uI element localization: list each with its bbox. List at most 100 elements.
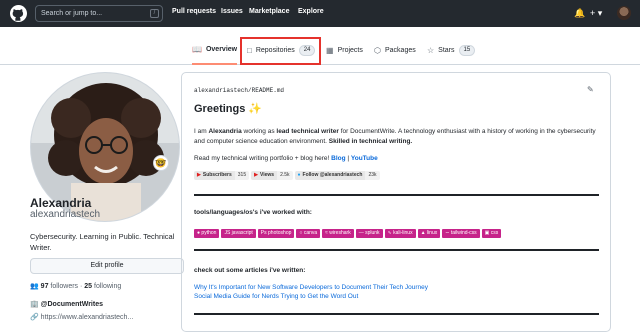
- divider: [194, 249, 599, 251]
- status-emoji-icon[interactable]: 🤓: [153, 155, 169, 171]
- nav-issues[interactable]: Issues: [221, 8, 243, 15]
- intro-skill: Skilled in technical writing.: [328, 138, 413, 145]
- website-url[interactable]: https://www.alexandriastech...: [41, 314, 134, 321]
- readme-path: alexandriastech/README.md: [194, 87, 284, 94]
- article-link[interactable]: Social Media Guide for Nerds Trying to G…: [194, 293, 358, 300]
- package-icon: ⬡: [374, 45, 381, 55]
- tag-photoshop: Ps photoshop: [257, 229, 295, 238]
- readme-card: alexandriastech/README.md ✎ Greetings ✨ …: [181, 72, 611, 332]
- followers-label[interactable]: followers: [50, 283, 78, 290]
- nav-marketplace[interactable]: Marketplace: [249, 8, 289, 15]
- search-placeholder: Search or jump to...: [41, 10, 103, 17]
- link-icon: 🔗: [30, 314, 39, 321]
- edit-profile-button[interactable]: Edit profile: [30, 258, 184, 274]
- follow-stats: 👥 97 followers · 25 following: [30, 283, 122, 290]
- youtube-link[interactable]: YouTube: [351, 155, 378, 162]
- profile-bio: Cybersecurity. Learning in Public. Techn…: [30, 232, 175, 252]
- search-input[interactable]: Search or jump to... /: [35, 5, 163, 22]
- badge-label: Subscribers: [202, 172, 232, 178]
- tab-stars[interactable]: ☆ Stars 15: [427, 35, 476, 65]
- tag-javascript: JS javascript: [221, 229, 256, 238]
- star-icon: ☆: [427, 45, 435, 55]
- pencil-icon[interactable]: ✎: [587, 85, 594, 94]
- website-link[interactable]: 🔗 https://www.alexandriastech...: [30, 313, 133, 321]
- tag-label: wireshark: [329, 230, 351, 236]
- user-menu-avatar[interactable]: [617, 6, 631, 20]
- tab-label: Stars: [438, 46, 455, 54]
- divider: [194, 313, 599, 315]
- tab-overview[interactable]: 📖 Overview: [192, 35, 238, 65]
- profile-login: alexandriastech: [30, 209, 101, 220]
- badge-label: Views: [259, 172, 275, 178]
- tag-splunk: — splunk: [355, 229, 383, 238]
- tag-label: kali-linux: [393, 230, 413, 236]
- article-link[interactable]: Why It's Important for New Software Deve…: [194, 284, 428, 291]
- portfolio-line: Read my technical writing portfolio + bl…: [194, 155, 378, 162]
- portfolio-text: Read my technical writing portfolio + bl…: [194, 155, 332, 162]
- tag-canva: ○ canva: [296, 229, 321, 238]
- people-icon: 👥: [30, 283, 39, 290]
- intro-text: I am: [194, 128, 209, 135]
- tab-label: Projects: [337, 46, 363, 54]
- tab-label: Overview: [205, 45, 238, 53]
- nav-pull-requests[interactable]: Pull requests: [172, 8, 216, 15]
- tag-label: photoshop: [268, 230, 292, 236]
- following-label[interactable]: following: [94, 283, 121, 290]
- organization: 🏢 @DocumentWrites: [30, 300, 103, 308]
- global-header: Search or jump to... / Pull requests Iss…: [0, 0, 640, 27]
- highlight-box: [240, 37, 321, 65]
- following-count[interactable]: 25: [84, 283, 92, 290]
- slash-shortcut-key: /: [150, 9, 159, 18]
- plus-icon[interactable]: + ▾: [590, 7, 602, 19]
- follow-badge[interactable]: ● Follow @alexandriastech 23k: [294, 171, 380, 180]
- tag-tailwind-css: ∼ tailwind-css: [442, 229, 480, 238]
- badge-value: 315: [234, 171, 250, 180]
- intro-name: Alexandria: [208, 128, 242, 135]
- nav-explore[interactable]: Explore: [298, 8, 324, 15]
- tag-label: splunk: [365, 230, 380, 236]
- tab-packages[interactable]: ⬡ Packages: [374, 35, 416, 65]
- book-open-icon: 📖: [192, 44, 202, 54]
- tag-css: ▣ css: [481, 229, 502, 238]
- tag-label: tailwind-css: [450, 230, 477, 236]
- youtube-icon: ▶: [254, 172, 258, 178]
- tag-label: javascript: [231, 230, 253, 236]
- divider: [194, 194, 599, 196]
- badge-row: ▶ Subscribers 315 ▶ Views 2.5k ● Follow @al…: [194, 171, 380, 180]
- organization-icon: 🏢: [30, 301, 39, 308]
- badge-value: 23k: [365, 171, 380, 180]
- tag-wireshark: ≈ wireshark: [322, 229, 354, 238]
- tag-label: linux: [426, 230, 438, 236]
- tag-linux: ▲ linux: [417, 229, 441, 238]
- tools-tags: ● python JS javascript Ps photoshop ○ ca…: [194, 229, 502, 238]
- tag-kali-linux: ∿ kali-linux: [384, 229, 416, 238]
- intro-role: lead technical writer: [276, 128, 339, 135]
- twitter-icon: ●: [297, 172, 301, 178]
- badge-value: 2.5k: [277, 171, 293, 180]
- followers-count[interactable]: 97: [41, 283, 49, 290]
- tag-label: python: [201, 230, 217, 236]
- organization-name[interactable]: @DocumentWrites: [41, 301, 103, 308]
- github-logo-icon[interactable]: [10, 5, 27, 22]
- tab-label: Packages: [384, 46, 416, 54]
- readme-intro: I am Alexandria working as lead technica…: [194, 127, 599, 147]
- profile-name: Alexandria: [30, 196, 92, 210]
- intro-text: working as: [241, 128, 277, 135]
- tools-heading: tools/languages/os's i've worked with:: [194, 209, 312, 216]
- blog-link[interactable]: Blog: [331, 155, 345, 162]
- subscribers-badge[interactable]: ▶ Subscribers 315: [194, 171, 250, 180]
- bell-icon[interactable]: 🔔: [574, 7, 585, 19]
- tag-python: ● python: [194, 229, 220, 238]
- tab-projects[interactable]: ▦ Projects: [326, 35, 363, 65]
- badge-label: Follow @alexandriastech: [302, 172, 363, 178]
- readme-path-user[interactable]: alexandriastech: [194, 87, 248, 94]
- stars-count: 15: [458, 44, 476, 56]
- readme-heading: Greetings ✨: [194, 103, 263, 115]
- table-icon: ▦: [326, 45, 334, 55]
- readme-path-file[interactable]: README.md: [252, 87, 284, 94]
- articles-heading: check out some articles i've written:: [194, 267, 306, 274]
- youtube-icon: ▶: [197, 172, 201, 178]
- tag-label: css: [490, 230, 499, 236]
- tag-label: canva: [303, 230, 318, 236]
- views-badge[interactable]: ▶ Views 2.5k: [251, 171, 293, 180]
